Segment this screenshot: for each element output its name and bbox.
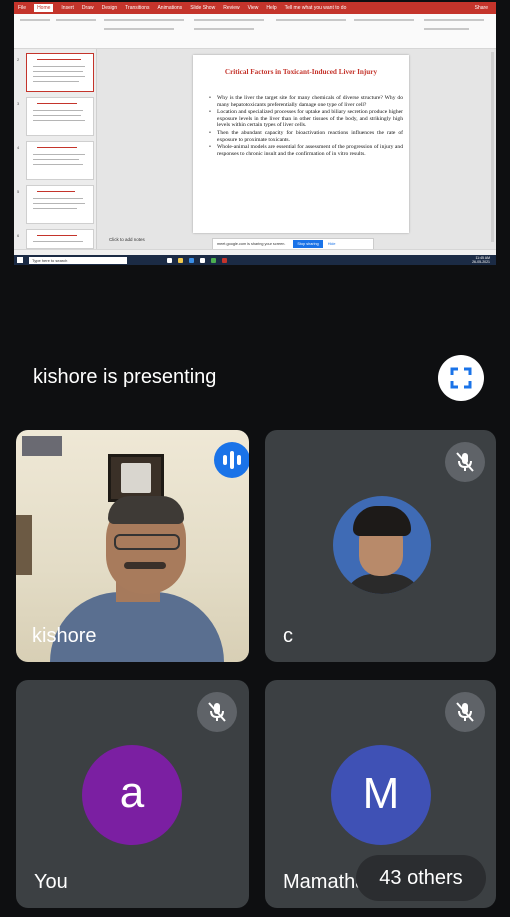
slide-number: 5 — [17, 189, 20, 194]
powerpoint-icon[interactable] — [222, 257, 227, 263]
ribbon-control[interactable] — [194, 19, 264, 21]
background-door — [16, 515, 32, 575]
wall-picture — [108, 454, 164, 502]
taskbar-search-input[interactable]: Type here to search — [29, 256, 127, 264]
participant-name: You — [34, 871, 68, 893]
muted-mic-icon — [197, 692, 237, 732]
muted-mic-icon — [445, 692, 485, 732]
chrome-icon[interactable] — [211, 257, 216, 263]
ribbon-control[interactable] — [56, 19, 96, 21]
avatar — [333, 496, 431, 594]
file-explorer-icon[interactable] — [178, 257, 183, 263]
current-slide[interactable]: Critical Factors in Toxicant-Induced Liv… — [193, 55, 409, 233]
participant-name: Mamatha — [283, 871, 367, 893]
hide-banner-button[interactable]: Hide — [328, 242, 336, 246]
slide-thumbnail[interactable] — [26, 53, 94, 92]
participant-tile-kishore[interactable]: kishore — [16, 430, 249, 662]
taskbar-clock[interactable]: 11:45 AM 26-05-2021 — [472, 256, 490, 264]
sharing-banner-text: meet.google.com is sharing your screen. — [217, 242, 286, 246]
slide-bullet: Location and specialized processes for u… — [207, 109, 403, 129]
slide-thumbnail[interactable] — [26, 97, 94, 136]
slide-bullet-list: Why is the liver the target site for man… — [207, 95, 403, 158]
store-icon[interactable] — [200, 257, 205, 263]
ribbon-tab[interactable]: Insert — [61, 5, 74, 11]
participant-name: kishore — [32, 625, 97, 647]
slide-number: 3 — [17, 101, 20, 106]
slide-bullet: Why is the liver the target site for man… — [207, 95, 403, 108]
muted-mic-icon — [445, 442, 485, 482]
others-button[interactable]: 43 others — [356, 855, 486, 901]
slide-number: 6 — [17, 233, 20, 238]
shared-screen: File Home Insert Draw Design Transitions… — [14, 2, 496, 265]
edge-icon[interactable] — [189, 257, 194, 263]
fullscreen-icon — [450, 367, 472, 389]
avatar: a — [82, 745, 182, 845]
ribbon-tab[interactable]: Transitions — [125, 5, 149, 11]
slide-title: Critical Factors in Toxicant-Induced Liv… — [224, 68, 378, 76]
slide-thumbnail[interactable] — [26, 229, 94, 249]
tell-me-box[interactable]: Tell me what you want to do — [285, 5, 347, 11]
slide-number: 4 — [17, 145, 20, 150]
slide-bullet: Whole-animal models are essential for as… — [207, 144, 403, 157]
ribbon-tab-bar: File Home Insert Draw Design Transitions… — [14, 2, 496, 14]
ribbon-tab[interactable]: Home — [34, 4, 54, 12]
participant-tile-c[interactable]: c — [265, 430, 496, 662]
slide-bullet: Then the abundant capacity for bioactiva… — [207, 130, 403, 143]
person-glasses — [114, 534, 180, 550]
ribbon-tab[interactable]: View — [248, 5, 259, 11]
stop-sharing-button[interactable]: Stop sharing — [293, 240, 323, 248]
ribbon-control[interactable] — [104, 28, 174, 30]
ribbon-tab[interactable]: File — [18, 5, 26, 11]
person-hair — [108, 496, 184, 524]
avatar: M — [331, 745, 431, 845]
fullscreen-button[interactable] — [438, 355, 484, 401]
participant-name: c — [283, 625, 293, 647]
slide-number: 2 — [17, 57, 20, 62]
ribbon-control[interactable] — [354, 19, 414, 21]
ribbon-tab[interactable]: Animations — [157, 5, 182, 11]
ribbon-control[interactable] — [276, 19, 346, 21]
slide-thumbnail[interactable] — [26, 185, 94, 224]
ribbon-tab[interactable]: Slide Show — [190, 5, 215, 11]
slide-canvas: Critical Factors in Toxicant-Induced Liv… — [97, 49, 496, 250]
ribbon-tab[interactable]: Draw — [82, 5, 94, 11]
vertical-scrollbar[interactable] — [491, 52, 494, 242]
ribbon-control[interactable] — [194, 28, 254, 30]
presenting-label: kishore is presenting — [33, 366, 217, 388]
clock-date: 26-05-2021 — [472, 260, 490, 264]
ribbon-control[interactable] — [424, 19, 484, 21]
ribbon-tab[interactable]: Design — [102, 5, 118, 11]
windows-start-icon[interactable] — [17, 257, 23, 263]
slide-thumbnail[interactable] — [26, 141, 94, 180]
notes-placeholder[interactable]: Click to add notes — [109, 237, 145, 242]
speaking-indicator-icon — [214, 442, 249, 478]
ribbon-control[interactable] — [424, 28, 469, 30]
wall-picture — [22, 436, 62, 456]
windows-taskbar: Type here to search 11:45 AM 26-05-2021 — [14, 255, 496, 265]
task-view-icon[interactable] — [167, 257, 172, 263]
person-mustache — [124, 562, 166, 569]
participant-tile-you[interactable]: a You — [16, 680, 249, 908]
ribbon-control[interactable] — [20, 19, 50, 21]
ribbon-tab[interactable]: Help — [266, 5, 276, 11]
slide-thumbnail-pane: 2 3 4 5 6 — [14, 49, 97, 249]
ribbon-toolbar — [14, 14, 496, 49]
ribbon-control[interactable] — [104, 19, 184, 21]
share-button[interactable]: Share — [475, 5, 488, 11]
ribbon-tab[interactable]: Review — [223, 5, 239, 11]
